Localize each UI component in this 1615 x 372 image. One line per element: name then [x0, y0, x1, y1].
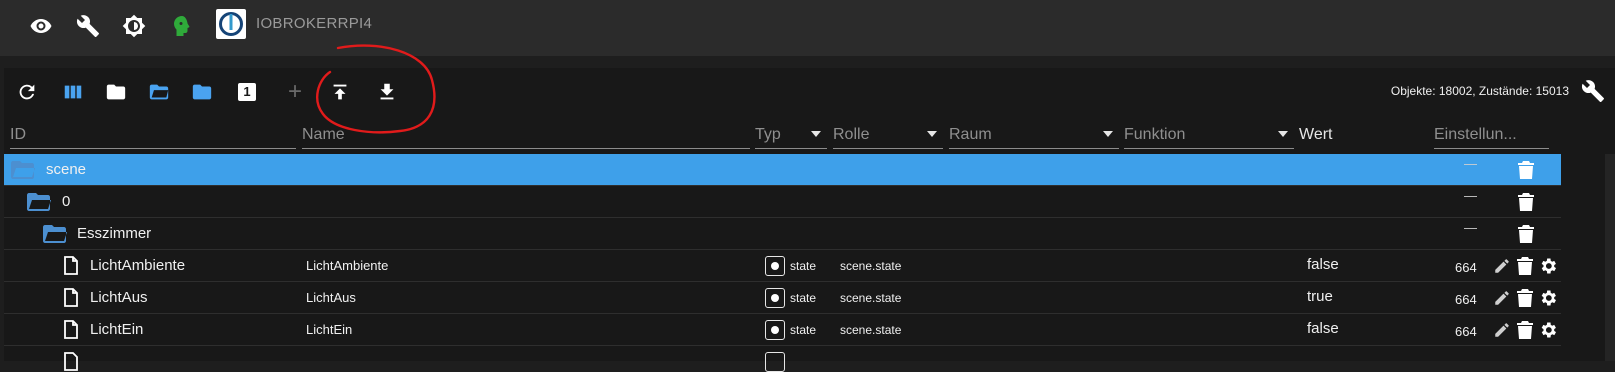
table-row[interactable]: 0 — [4, 186, 1561, 218]
folder-icon[interactable] [103, 79, 129, 105]
gear-icon[interactable] [1538, 256, 1558, 276]
file-icon [64, 288, 78, 307]
trash-icon[interactable] [1517, 288, 1533, 308]
top-app-bar: IOBROKERRPI4 [0, 0, 1615, 56]
iobroker-logo [216, 9, 246, 39]
trash-icon[interactable] [1518, 192, 1534, 212]
row-name: LichtEin [306, 322, 353, 337]
chevron-down-icon [1278, 131, 1288, 137]
id-filter-label: ID [10, 126, 26, 143]
settings-filter[interactable]: Einstellun... [1434, 118, 1549, 149]
id-filter[interactable]: ID [10, 118, 296, 149]
folder-expand-icon[interactable] [189, 79, 215, 105]
folder-open-icon[interactable] [146, 79, 172, 105]
chevron-down-icon [811, 131, 821, 137]
row-type: state [790, 291, 817, 305]
row-type: state [790, 259, 817, 273]
row-role: scene.state [840, 323, 902, 337]
add-object-button[interactable]: + [282, 78, 308, 105]
name-filter-label: Name [302, 126, 345, 143]
user-head-icon[interactable] [167, 12, 195, 40]
scrollbar[interactable] [1605, 154, 1615, 361]
row-id: 0 [62, 193, 71, 210]
state-icon [765, 320, 785, 340]
folder-open-icon [11, 161, 35, 179]
typ-filter[interactable]: Typ [755, 118, 827, 149]
host-name: IOBROKERRPI4 [256, 15, 373, 32]
settings-placeholder: — [1464, 156, 1477, 171]
row-id: LichtAmbiente [90, 257, 186, 274]
folder-open-icon [43, 225, 67, 243]
row-name: LichtAmbiente [306, 258, 389, 273]
table-row[interactable] [4, 346, 1561, 372]
objects-toolbar: 1 + Objekte: 18002, Zustände: 15013 [4, 68, 1615, 114]
rolle-filter[interactable]: Rolle [833, 118, 943, 149]
trash-icon[interactable] [1518, 160, 1534, 180]
edit-icon[interactable] [1493, 257, 1511, 275]
wrench-icon[interactable] [1579, 77, 1607, 105]
objects-panel: 1 + Objekte: 18002, Zustände: 15013 ID N… [4, 68, 1615, 372]
eye-icon[interactable] [27, 12, 55, 40]
expand-level-button[interactable]: 1 [234, 79, 260, 105]
chevron-down-icon [927, 131, 937, 137]
trash-icon[interactable] [1517, 256, 1533, 276]
raum-filter[interactable]: Raum [949, 118, 1119, 149]
row-name: LichtAus [306, 290, 356, 305]
refresh-icon[interactable] [14, 79, 40, 105]
table-row[interactable]: LichtEin LichtEin state scene.state fals… [4, 314, 1561, 346]
folder-open-icon [27, 193, 51, 211]
row-acl: 664 [1455, 292, 1477, 307]
row-id: LichtEin [90, 321, 144, 338]
funktion-filter[interactable]: Funktion [1124, 118, 1294, 149]
row-value[interactable]: false [1307, 256, 1339, 273]
row-id: LichtAus [90, 289, 148, 306]
object-tree: scene — 0 — Esszimmer — LichtAmbiente Li… [4, 154, 1561, 372]
wert-header: Wert [1299, 126, 1333, 143]
file-icon [64, 256, 78, 275]
download-icon[interactable] [374, 79, 400, 105]
row-role: scene.state [840, 259, 902, 273]
filter-header: ID Name Typ Rolle Raum Funktion Wert Ein… [4, 114, 1615, 154]
object-stats: Objekte: 18002, Zustände: 15013 [1390, 84, 1569, 98]
table-row[interactable]: Esszimmer — [4, 218, 1561, 250]
file-icon [64, 352, 78, 371]
chevron-down-icon [1103, 131, 1113, 137]
row-value[interactable]: true [1307, 288, 1333, 305]
trash-icon[interactable] [1518, 224, 1534, 244]
row-acl: 664 [1455, 260, 1477, 275]
row-acl: 664 [1455, 324, 1477, 339]
table-row[interactable]: LichtAus LichtAus state scene.state true… [4, 282, 1561, 314]
state-icon [765, 288, 785, 308]
row-id: scene [46, 161, 87, 178]
edit-icon[interactable] [1493, 289, 1511, 307]
brightness-icon[interactable] [120, 12, 148, 40]
expand-level-badge: 1 [238, 83, 256, 101]
file-icon [64, 320, 78, 339]
gear-icon[interactable] [1538, 288, 1558, 308]
settings-placeholder: — [1464, 220, 1477, 235]
gear-icon[interactable] [1538, 320, 1558, 340]
state-icon [765, 256, 785, 276]
settings-placeholder: — [1464, 188, 1477, 203]
settings-filter-label: Einstellun... [1434, 126, 1517, 143]
wrench-icon[interactable] [74, 12, 102, 40]
state-icon [765, 352, 785, 372]
rolle-filter-label: Rolle [833, 126, 870, 143]
row-value[interactable]: false [1307, 320, 1339, 337]
columns-icon[interactable] [60, 79, 86, 105]
funktion-filter-label: Funktion [1124, 126, 1186, 143]
row-id: Esszimmer [77, 225, 152, 242]
edit-icon[interactable] [1493, 321, 1511, 339]
table-row[interactable]: scene — [4, 154, 1561, 186]
name-filter[interactable]: Name [302, 118, 750, 149]
upload-icon[interactable] [327, 79, 353, 105]
trash-icon[interactable] [1517, 320, 1533, 340]
typ-filter-label: Typ [755, 126, 781, 143]
table-row[interactable]: LichtAmbiente LichtAmbiente state scene.… [4, 250, 1561, 282]
row-type: state [790, 323, 817, 337]
raum-filter-label: Raum [949, 126, 992, 143]
row-role: scene.state [840, 291, 902, 305]
